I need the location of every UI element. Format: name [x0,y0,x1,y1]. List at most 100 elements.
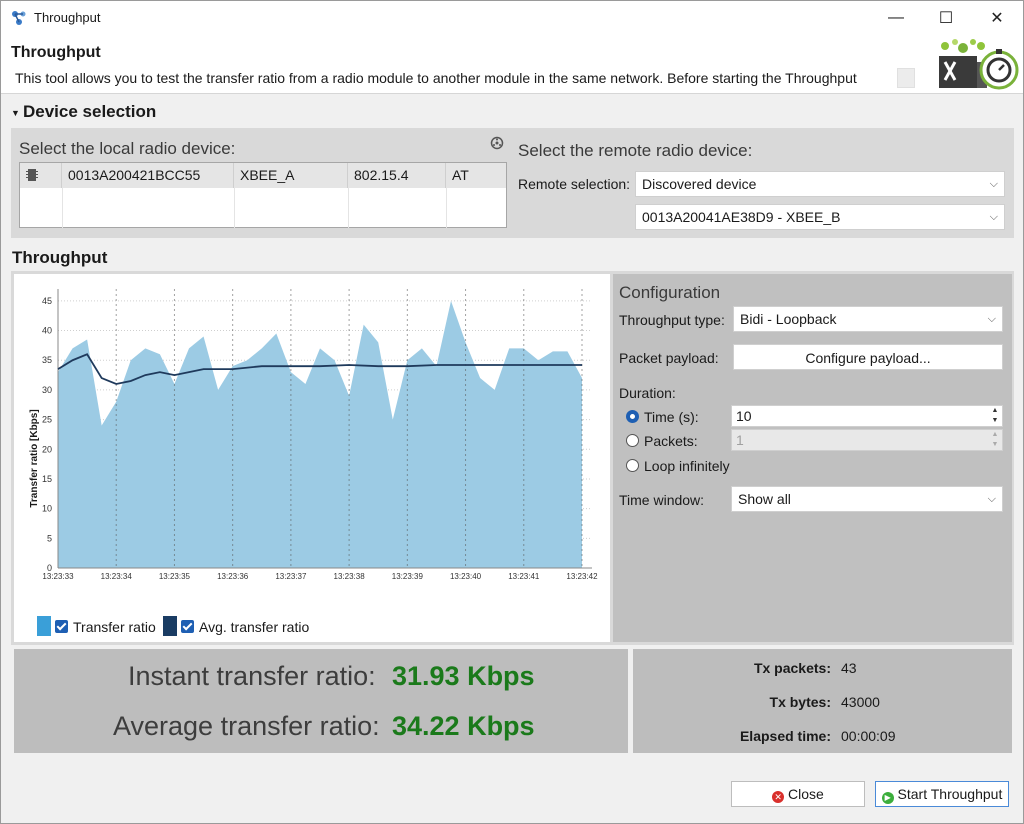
instant-ratio-label: Instant transfer ratio: [128,661,376,691]
dialog-header: Throughput This tool allows you to test … [1,34,1023,94]
legend-swatch-transfer-ratio [37,616,51,636]
time-spinner[interactable]: 10 ▲ ▼ [731,405,1003,427]
elapsed-time-label: Elapsed time: [739,728,831,744]
device-selection-title: Device selection [23,102,157,121]
packets-radio[interactable] [626,434,639,447]
title-bar: Throughput — ☐ ✕ [1,1,1023,34]
throughput-window: Throughput — ☐ ✕ Throughput This tool al… [0,0,1024,824]
throughput-type-label: Throughput type: [619,312,725,328]
x-tick-label: 13:23:38 [334,572,366,581]
x-tick-label: 13:23:39 [392,572,424,581]
elapsed-time-value: 00:00:09 [841,728,896,744]
chart-svg: 45403530252015105013:23:33 13:23:34 13:23:… [29,289,598,581]
x-tick-label: 13:23:34 [101,572,133,581]
device-protocol-cell: 802.15.4 [348,163,446,188]
y-tick-label: 45 [42,296,52,306]
tx-packets-value: 43 [841,660,857,676]
maximize-button[interactable]: ☐ [921,1,971,34]
tx-packets-label: Tx packets: [753,660,831,676]
legend-checkbox-transfer-ratio[interactable] [55,620,68,633]
time-radio[interactable] [626,410,639,423]
average-ratio-label: Average transfer ratio: [113,711,380,741]
tx-bytes-value: 43000 [841,694,880,710]
packets-label: Packets: [644,433,698,449]
play-icon: ▶ [881,792,894,804]
x-tick-label: 13:23:36 [217,572,249,581]
duration-label: Duration: [619,385,676,401]
tx-bytes-label: Tx bytes: [769,694,831,710]
x-tick-label: 13:23:41 [508,572,540,581]
remote-device-label: Select the remote radio device: [518,141,753,160]
column-divider [446,188,447,228]
close-button-label: Close [788,786,824,802]
legend-swatch-avg-transfer-ratio [163,616,177,636]
x-tick-label: 13:23:40 [450,572,482,581]
throughput-chart: 45 40 35 30 25 20 15 10 5 0 13:23:33 13:23:34 13:23:… [14,274,610,642]
configuration-title: Configuration [619,283,721,302]
legend-checkbox-avg-transfer-ratio[interactable] [181,620,194,633]
discover-devices-icon[interactable] [490,136,504,150]
legend-label-avg-transfer-ratio: Avg. transfer ratio [199,619,310,635]
time-value: 10 [736,408,752,424]
dialog-description: This tool allows you to test the transfe… [15,70,857,86]
x-tick-label: 13:23:37 [275,572,307,581]
time-label: Time (s): [644,409,699,425]
remote-device-dropdown[interactable]: 0013A20041AE38D9 - XBEE_B ⌵ [635,204,1005,230]
remote-selection-label: Remote selection: [518,176,631,192]
local-device-label: Select the local radio device: [19,139,236,158]
packets-value: 1 [736,432,744,448]
time-window-label: Time window: [619,492,705,508]
y-tick-label: 20 [42,444,52,454]
dialog-title: Throughput [11,44,101,61]
tx-stats: Tx packets: 43 Tx bytes: 43000 Elapsed t… [633,649,1012,753]
remote-device-value: 0013A20041AE38D9 - XBEE_B [642,209,841,225]
time-window-value: Show all [738,491,791,507]
column-divider [348,188,349,228]
chevron-down-icon: ⌵ [987,313,996,325]
throughput-type-dropdown[interactable]: Bidi - Loopback ⌵ [733,306,1003,332]
local-device-table[interactable]: 0013A200421BCC55 XBEE_A 802.15.4 AT [19,162,507,228]
x-tick-label: 13:23:35 [159,572,191,581]
y-tick-label: 25 [42,415,52,425]
instant-ratio-value: 31.93 Kbps [392,661,535,691]
local-device-row[interactable]: 0013A200421BCC55 XBEE_A 802.15.4 AT [20,163,506,188]
spinner-arrows-icon[interactable]: ▲ ▼ [988,406,1002,426]
chevron-down-icon: ⌵ [987,493,996,505]
configure-payload-button[interactable]: Configure payload... [733,344,1003,370]
close-button[interactable]: ✕ Close [731,781,865,807]
spinner-arrows-icon[interactable]: ▲ ▼ [988,430,1002,450]
start-throughput-label: Start Throughput [897,786,1003,802]
device-cell-icon [20,163,62,188]
legend-label-transfer-ratio: Transfer ratio [73,619,156,635]
app-icon [12,11,26,25]
remote-selection-value: Discovered device [642,176,757,192]
y-tick-label: 35 [42,355,52,365]
packet-payload-label: Packet payload: [619,350,719,366]
y-tick-label: 5 [47,533,52,543]
column-divider [234,188,235,228]
time-window-dropdown[interactable]: Show all ⌵ [731,486,1003,512]
loop-label: Loop infinitely [644,458,730,474]
minimize-button[interactable]: — [871,1,921,34]
close-window-button[interactable]: ✕ [972,1,1022,34]
collapse-arrow-icon[interactable]: ▼ [11,108,20,118]
chevron-down-icon: ⌵ [989,178,998,190]
start-throughput-button[interactable]: ▶ Start Throughput [875,781,1009,807]
average-ratio-value: 34.22 Kbps [392,711,535,741]
throughput-tool-logo-icon [939,39,1019,90]
configuration-panel: Configuration Throughput type: Bidi - Lo… [613,274,1012,642]
device-name-cell: XBEE_A [234,163,348,188]
y-axis-label: Transfer ratio [Kbps] [29,409,40,507]
y-tick-label: 15 [42,474,52,484]
chevron-down-icon: ⌵ [989,211,998,223]
series-area-transfer-ratio [58,300,582,568]
remote-selection-dropdown[interactable]: Discovered device ⌵ [635,171,1005,197]
device-mode-cell: AT [452,167,469,183]
packets-spinner[interactable]: 1 ▲ ▼ [731,429,1003,451]
device-selection-panel: Select the local radio device: 0013A2004… [11,128,1014,238]
loop-radio[interactable] [626,459,639,472]
x-tick-label: 13:23:42 [566,572,598,581]
y-tick-label: 40 [42,326,52,336]
throughput-type-value: Bidi - Loopback [740,311,837,327]
column-divider [62,188,63,228]
